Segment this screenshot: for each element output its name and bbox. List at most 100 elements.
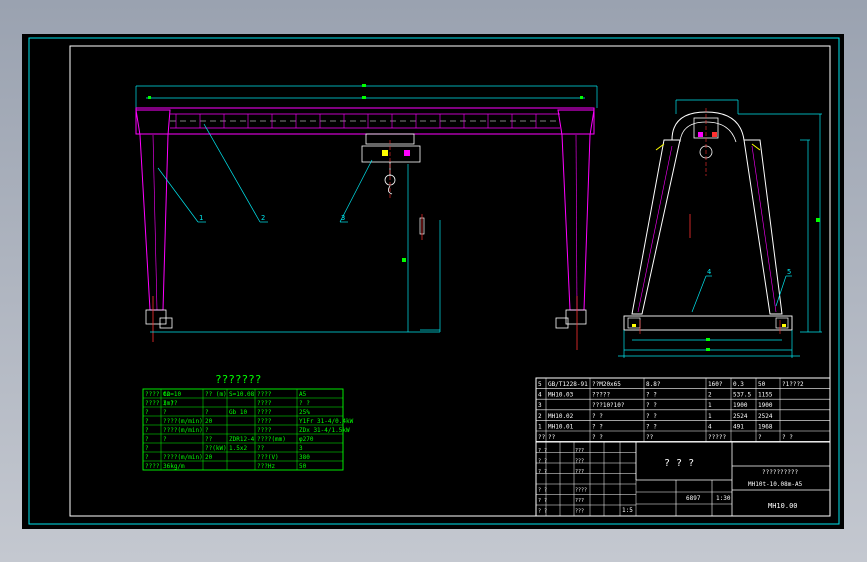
bom-cell: 1900 [733,402,748,409]
sign-label: ? ? [538,469,547,475]
param-cell: Y1Fr 31-4/0.4kW [299,418,354,425]
param-cell: 20 [205,454,213,461]
param-cell: ????(m/min) [163,454,203,461]
bom-cell: ? ? [782,434,793,441]
bom-cell: 50 [758,381,766,388]
leader-label-5: 5 [787,268,791,276]
bom-cell: 2 [538,413,542,420]
sign-label: ? ? [538,509,547,515]
bom-cell: ? ? [646,402,657,409]
bom-cell: MH10.01 [548,423,574,430]
bom-cell: 2524 [758,413,773,420]
bom-cell: ? ? [592,413,603,420]
bom-cell: ?? [538,434,546,441]
param-cell: ? [163,409,167,416]
param-cell: 1.5x2 [229,445,247,452]
param-cell: ????(m/min) [163,418,203,425]
leader-label-3: 3 [341,214,345,222]
dim-mark [402,258,406,262]
param-cell: A5 [299,391,307,398]
drawing-title: ? ? ? [664,458,694,469]
weight-value: 6897 [686,495,701,502]
param-cell: ???? [145,463,160,470]
drawing-number: MH10.00 [768,502,798,510]
bom-cell: 1 [538,423,542,430]
scale-value: 1:30 [716,495,731,502]
bom-cell: ???10?10? [592,402,625,409]
param-cell: ????(m/min) [163,427,203,434]
bom-cell: ?1???2 [782,381,804,388]
bom-cell: 3 [538,402,542,409]
param-cell: Gb 10 [229,409,247,416]
bom-cell: 4 [538,392,542,399]
sign-label: ? ? [538,459,547,465]
bom-cell: ? ? [592,434,603,441]
param-cell: ?? (m) [205,391,227,398]
param-cell: 20 [205,418,213,425]
param-cell: S=10.08 [229,391,255,398]
param-cell: 3 ?? [163,400,178,407]
param-cell: ?? [205,436,213,443]
bom-cell: ????? [708,434,726,441]
bom-cell: ?? [646,434,654,441]
sign-mid: ??? [575,448,584,454]
leader-label-4: 4 [707,268,711,276]
param-cell: 50 [299,463,307,470]
bom-cell: 1900 [758,402,773,409]
param-cell: ? [145,409,149,416]
param-cell: ???? [257,400,272,407]
dim-mark [362,84,366,87]
sheet-value: 1:5 [622,507,633,514]
param-cell: ???? [257,427,272,434]
bom-cell: 2524 [733,413,748,420]
dim-mark [580,96,583,99]
param-cell: Gn=10 [163,391,181,398]
sign-mid: ??? [575,498,584,504]
bom-cell: 2 [708,392,712,399]
cad-viewport[interactable]: 1 2 3 4 5 ??????? ???? t2 Gn=10 ?? (m) S… [0,0,867,562]
param-cell: ? [145,445,149,452]
param-cell: ?? [257,445,265,452]
bom-cell: 537.5 [733,392,751,399]
bom-cell: 4 [708,423,712,430]
param-cell: ? ? [299,400,310,407]
param-cell: ???(V) [257,454,279,461]
dim-mark [148,96,151,99]
bom-cell: ? ? [646,423,657,430]
param-cell: ? [145,454,149,461]
cad-drawing: 1 2 3 4 5 ??????? ???? t2Gn=10 ?? (m) S=… [22,34,844,529]
param-cell: ???Hz [257,463,275,470]
param-cell: ????(mm) [257,436,286,443]
bom-cell: MH10.03 [548,392,574,399]
leader-label-1: 1 [199,214,203,222]
sign-mid: ???? [575,488,587,494]
company-name: ?????????? [762,469,799,476]
bom-cell: ? ? [592,423,603,430]
bom-cell: ? ? [646,413,657,420]
param-cell: 25% [299,409,310,416]
param-cell: 380 [299,454,310,461]
drawing-spec: MH10t-10.08m-A5 [748,481,803,488]
param-cell: 36kg/m [163,463,185,470]
bom-cell: 491 [733,423,744,430]
param-cell: ? [205,409,209,416]
param-cell: ??(kW) [205,445,227,452]
sign-mid: ??? [575,459,584,465]
bom-cell: 8.8? [646,381,661,388]
bom-cell: 5 [538,381,542,388]
dim-mark [362,96,366,99]
param-table-title: ??????? [215,373,261,386]
param-cell: ZDx 31-4/1.5kW [299,427,350,434]
bom-cell: ??M20x65 [592,381,621,388]
bom-cell: ????? [592,392,610,399]
bom-cell: 1155 [758,392,773,399]
leader-label-2: 2 [261,214,265,222]
sign-label: ? ? [538,448,547,454]
sign-mid: ??? [575,469,584,475]
param-cell: 3 [299,445,303,452]
param-cell: ? [145,418,149,425]
sign-mid: ??? [575,509,584,515]
bom-cell: MH10.02 [548,413,574,420]
bom-cell: 160? [708,381,723,388]
sign-label: ? ? [538,498,547,504]
